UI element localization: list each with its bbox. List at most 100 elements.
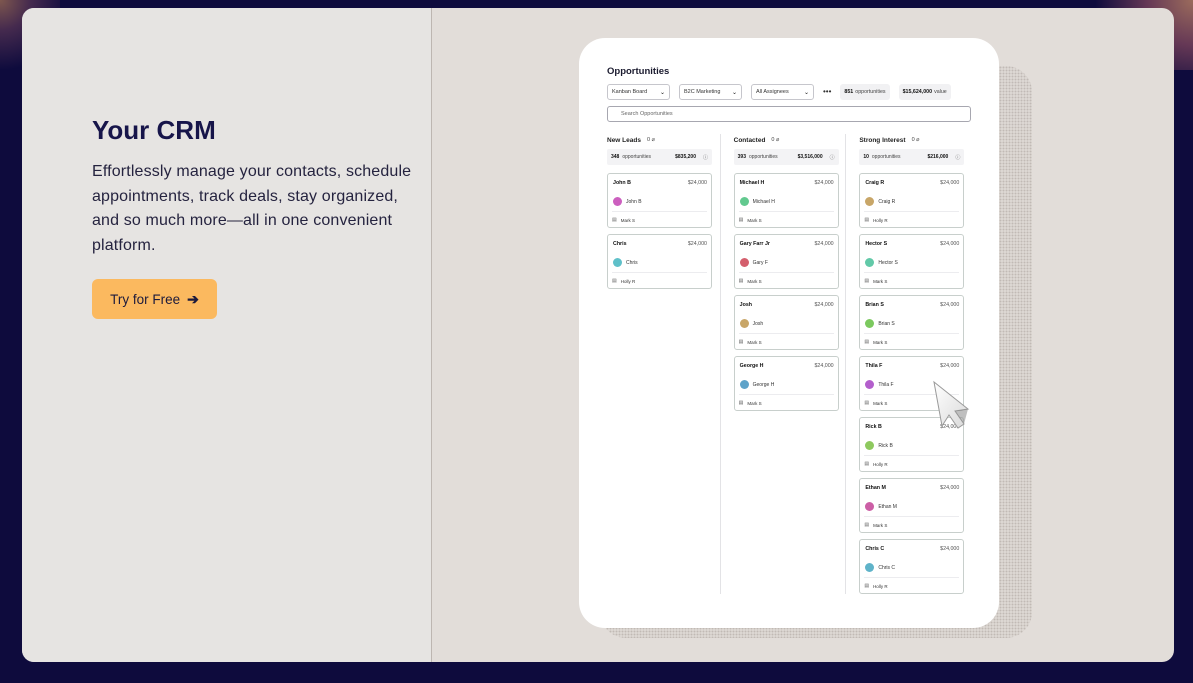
contact-name: George H bbox=[752, 381, 775, 388]
chevron-down-icon: ⌄ bbox=[731, 89, 737, 96]
divider bbox=[612, 211, 707, 212]
divider bbox=[864, 455, 960, 456]
owner-name: Mark S bbox=[873, 339, 888, 345]
contact-row: Michael H bbox=[739, 197, 775, 206]
column-header: New Leads 0 ⌀ bbox=[607, 134, 720, 146]
opportunity-card[interactable]: George H $24,000 George H ▤ Mark S bbox=[733, 356, 839, 411]
contact-name: Thila F bbox=[878, 381, 894, 388]
owner-name: Mark S bbox=[747, 217, 762, 223]
card-header: Ethan M $24,000 bbox=[865, 485, 959, 491]
column-opportunity-count: 348 bbox=[611, 154, 620, 160]
contact-row: Thila F bbox=[865, 380, 894, 389]
column-title: New Leads bbox=[607, 136, 641, 144]
column-count-value: 0 bbox=[911, 137, 915, 143]
more-options-icon[interactable]: ••• bbox=[823, 88, 831, 96]
owner-row: ▤ Holly R bbox=[612, 278, 635, 284]
card-header: Josh $24,000 bbox=[740, 302, 834, 308]
card-header: Thila F $24,000 bbox=[865, 363, 959, 369]
opportunity-card[interactable]: Chris $24,000 Chris ▤ Holly R bbox=[607, 234, 712, 289]
hero-text-panel: Your CRM Effortlessly manage your contac… bbox=[22, 8, 432, 662]
toolbar: Kanban Board ⌄ B2C Marketing ⌄ All Assig… bbox=[607, 84, 971, 100]
opportunity-amount: $24,000 bbox=[814, 180, 834, 186]
try-for-free-button[interactable]: Try for Free ➔ bbox=[92, 279, 217, 319]
card-header: Craig R $24,000 bbox=[865, 180, 959, 186]
contact-row: Rick B bbox=[865, 441, 893, 450]
avatar bbox=[613, 258, 622, 267]
owner-row: ▤ Mark S bbox=[739, 339, 762, 345]
card-header: Chris $24,000 bbox=[613, 241, 707, 247]
divider bbox=[738, 211, 834, 212]
column-value: $216,000 bbox=[927, 154, 949, 160]
avatar bbox=[865, 258, 875, 267]
owner-name: Mark S bbox=[620, 217, 635, 223]
owner-name: Mark S bbox=[873, 278, 888, 284]
assignee-select[interactable]: All Assignees ⌄ bbox=[751, 84, 814, 100]
opportunity-card[interactable]: Hector S $24,000 Hector S ▤ Mark S bbox=[859, 234, 965, 289]
search-placeholder: Search Opportunities bbox=[621, 111, 673, 117]
arrow-right-icon: ➔ bbox=[187, 290, 199, 307]
view-select-value: Kanban Board bbox=[612, 89, 648, 95]
view-select[interactable]: Kanban Board ⌄ bbox=[607, 84, 670, 100]
opportunity-amount: $24,000 bbox=[940, 485, 960, 491]
avatar bbox=[865, 319, 875, 328]
page-title: Opportunities bbox=[607, 66, 670, 77]
kanban-column: New Leads 0 ⌀ 348 opportunities $835,200… bbox=[607, 134, 720, 594]
crm-preview-window: Opportunities Kanban Board ⌄ B2C Marketi… bbox=[579, 38, 999, 628]
contact-name: Josh bbox=[752, 320, 764, 327]
opportunity-card[interactable]: Michael H $24,000 Michael H ▤ Mark S bbox=[733, 173, 839, 228]
contact-name: Chris bbox=[626, 259, 638, 266]
hero-card: Your CRM Effortlessly manage your contac… bbox=[22, 8, 1174, 662]
building-icon: ▤ bbox=[612, 278, 617, 284]
assignee-select-value: All Assignees bbox=[756, 89, 789, 95]
info-icon: ⓘ bbox=[702, 154, 708, 161]
opportunity-amount: $24,000 bbox=[687, 241, 707, 247]
kanban-column: Strong Interest 0 ⌀ 10 opportunities $21… bbox=[845, 134, 971, 594]
building-icon: ▤ bbox=[738, 400, 744, 406]
card-header: Gary Farr Jr $24,000 bbox=[740, 241, 834, 247]
column-opportunity-count: 10 bbox=[863, 154, 869, 160]
opportunity-card[interactable]: Gary Farr Jr $24,000 Gary F ▤ Mark S bbox=[733, 234, 839, 289]
pipeline-select[interactable]: B2C Marketing ⌄ bbox=[679, 84, 742, 100]
opportunity-name: Hector S bbox=[865, 241, 888, 247]
opportunity-name: Michael H bbox=[739, 180, 765, 186]
avatar bbox=[865, 563, 875, 572]
opportunity-amount: $24,000 bbox=[814, 363, 834, 369]
opportunity-name: Rick B bbox=[865, 424, 882, 430]
contact-row: Josh bbox=[739, 319, 764, 328]
opportunity-name: Ethan M bbox=[865, 485, 886, 491]
opportunity-card[interactable]: Josh $24,000 Josh ▤ Mark S bbox=[733, 295, 839, 350]
search-input[interactable]: Search Opportunities bbox=[607, 106, 971, 122]
contact-row: Gary F bbox=[739, 258, 768, 267]
column-summary: 348 opportunities $835,200 ⓘ bbox=[607, 149, 712, 165]
opportunity-card[interactable]: Ethan M $24,000 Ethan M ▤ Mark S bbox=[859, 478, 965, 533]
opportunity-card[interactable]: Brian S $24,000 Brian S ▤ Mark S bbox=[859, 295, 965, 350]
opportunity-card[interactable]: John B $24,000 John B ▤ Mark S bbox=[607, 173, 712, 228]
avatar bbox=[865, 197, 875, 206]
owner-row: ▤ Mark S bbox=[739, 400, 762, 406]
total-value: $15,624,000 bbox=[902, 89, 933, 95]
contact-name: Michael H bbox=[752, 198, 775, 205]
divider bbox=[738, 394, 834, 395]
column-value: $835,200 bbox=[675, 154, 696, 160]
total-value-badge: $15,624,000 value bbox=[898, 84, 951, 100]
avatar bbox=[865, 502, 875, 511]
avatar bbox=[739, 197, 749, 206]
contact-name: Hector S bbox=[878, 259, 898, 266]
total-value-label: value bbox=[934, 89, 947, 95]
opportunity-amount: $24,000 bbox=[814, 241, 834, 247]
link-icon: ⌀ bbox=[916, 137, 920, 143]
contact-name: Gary F bbox=[752, 259, 768, 266]
column-opportunity-label: opportunities bbox=[871, 154, 901, 160]
contact-name: Ethan M bbox=[878, 503, 897, 510]
opportunity-name: Gary Farr Jr bbox=[739, 241, 770, 247]
opportunity-card[interactable]: Chris C $24,000 Chris C ▤ Holly R bbox=[859, 539, 965, 594]
owner-row: ▤ Holly R bbox=[864, 583, 887, 589]
owner-row: ▤ Mark S bbox=[864, 278, 887, 284]
opportunity-card[interactable]: Craig R $24,000 Craig R ▤ Holly R bbox=[859, 173, 965, 228]
building-icon: ▤ bbox=[738, 217, 744, 223]
divider bbox=[738, 333, 834, 334]
column-opportunity-count: 393 bbox=[737, 154, 746, 160]
owner-row: ▤ Mark S bbox=[864, 522, 887, 528]
building-icon: ▤ bbox=[864, 278, 870, 284]
avatar bbox=[739, 380, 749, 389]
